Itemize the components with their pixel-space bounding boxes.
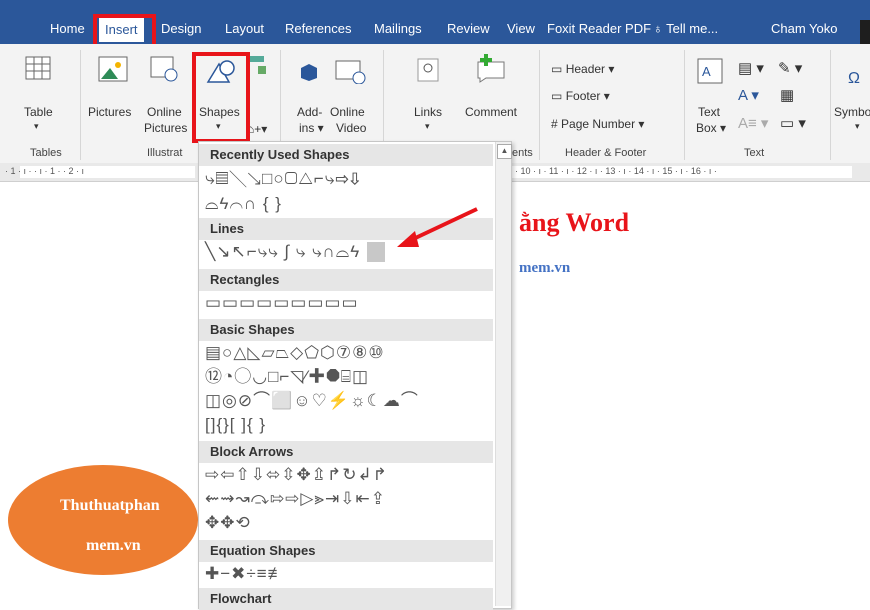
tab-view[interactable]: View bbox=[507, 21, 535, 36]
oval-text-line1: Thuthuatphan bbox=[60, 497, 160, 514]
basic-shapes-row[interactable]: ◫◎⊘⌒⬜☺♡⚡☼☾☁⌒ bbox=[205, 391, 419, 411]
text-box-label: Box ▾ bbox=[696, 121, 727, 135]
tab-references[interactable]: References bbox=[285, 21, 351, 36]
recent-shapes-row[interactable]: ⤷▤╲↘□○▢△⌐⤷⇨⇩ bbox=[205, 169, 360, 189]
tell-me-box[interactable]: ♁ Tell me... bbox=[653, 21, 718, 36]
rectangles-row[interactable]: ▭▭▭▭▭▭▭▭▭ bbox=[205, 293, 359, 313]
online-video-icon bbox=[335, 60, 366, 84]
addins-label: ins ▾ bbox=[299, 121, 324, 135]
text-box-button[interactable]: Text bbox=[698, 105, 720, 119]
header-button[interactable]: ▭ Header ▾ bbox=[551, 62, 614, 76]
document-subtitle[interactable]: mem.vn bbox=[519, 260, 570, 277]
group-label-illustrations: Illustrat bbox=[147, 147, 183, 159]
block-arrows-row[interactable]: ⇜⇝↝⤼⇰⇨▷⪢⇥⇩⇤⇪ bbox=[205, 489, 386, 509]
tab-home[interactable]: Home bbox=[50, 21, 85, 36]
oval-shape[interactable] bbox=[8, 465, 198, 575]
tab-review[interactable]: Review bbox=[447, 21, 490, 36]
scroll-up-icon[interactable]: ▲ bbox=[497, 144, 512, 159]
red-arrow-icon bbox=[397, 207, 478, 247]
table-icon bbox=[25, 56, 51, 80]
wordart-icon[interactable]: A ▾ bbox=[738, 86, 759, 104]
online-pictures-icon bbox=[150, 56, 178, 82]
footer-button[interactable]: ▭ Footer ▾ bbox=[551, 89, 610, 103]
text-box-icon: A bbox=[697, 58, 723, 84]
date-time-icon[interactable]: ▦ bbox=[780, 86, 794, 104]
links-dropdown-icon[interactable]: ▾ bbox=[425, 121, 430, 132]
ruler-right-ticks: · 10 · ı · 11 · ı · 12 · ı · 13 · ı · 14… bbox=[515, 166, 717, 176]
addins-button[interactable]: Add- bbox=[297, 105, 322, 119]
object-icon[interactable]: ▭ ▾ bbox=[780, 114, 806, 132]
symbol-icon: Ω bbox=[848, 70, 860, 87]
symbol-button[interactable]: Symbo bbox=[834, 105, 870, 119]
drop-cap-icon[interactable]: A≡ ▾ bbox=[738, 114, 768, 132]
symbol-dropdown-icon[interactable]: ▾ bbox=[855, 121, 860, 132]
ruler-left-ticks: · 1 · ı · · ı · 1 · · 2 · ı bbox=[5, 166, 85, 176]
online-pictures-label: Pictures bbox=[144, 121, 188, 135]
picture-icon bbox=[98, 56, 128, 82]
group-label-text: Text bbox=[744, 147, 765, 159]
comment-button[interactable]: Comment bbox=[465, 105, 517, 119]
group-label-tables: Tables bbox=[30, 147, 62, 159]
tab-design[interactable]: Design bbox=[161, 21, 201, 36]
shapes-highlight bbox=[192, 52, 250, 143]
online-pictures-button[interactable]: Online bbox=[147, 105, 182, 119]
header-icon: ▭ bbox=[551, 62, 563, 76]
basic-shapes-row[interactable]: ▤○△◺▱⏢◇⬠⬡⑦⑧⑩ bbox=[205, 343, 385, 363]
smartart-icon bbox=[250, 56, 266, 74]
table-button[interactable]: Table bbox=[24, 105, 53, 119]
section-recently-used: Recently Used Shapes bbox=[199, 144, 493, 166]
lines-row[interactable]: ╲↘↖⌐⤷⤷ ∫ ⤷ ⤷∩⌓ϟ bbox=[205, 242, 360, 262]
equation-shapes-row[interactable]: ✚−✖÷≡≢ bbox=[205, 564, 286, 584]
tell-me-label: Tell me... bbox=[666, 21, 719, 36]
links-icon bbox=[417, 58, 439, 82]
recent-shapes-row[interactable]: ⌓ϟ⌒∩ { } bbox=[205, 194, 282, 214]
group-label-comments: ents bbox=[512, 147, 533, 159]
section-basic-shapes: Basic Shapes bbox=[199, 319, 493, 341]
section-block-arrows: Block Arrows bbox=[199, 441, 493, 463]
basic-shapes-row[interactable]: ⑫◔◯◡□⌐◹⁄✚⯃⌸◫ bbox=[205, 367, 369, 387]
signature-line-icon[interactable]: ✎ ▾ bbox=[778, 59, 802, 77]
gallery-scrollbar[interactable]: ▲ bbox=[495, 142, 512, 606]
comment-icon bbox=[477, 54, 505, 83]
links-button[interactable]: Links bbox=[414, 105, 442, 119]
section-equation-shapes: Equation Shapes bbox=[199, 540, 493, 562]
lightbulb-icon: ♁ bbox=[653, 21, 663, 36]
online-video-label: Video bbox=[336, 121, 367, 135]
tab-layout[interactable]: Layout bbox=[225, 21, 264, 36]
block-arrows-row[interactable]: ⇨⇦⇧⇩⬄⇳✥⇫↱↻↲↱ bbox=[205, 465, 388, 485]
quick-parts-icon[interactable]: ▤ ▾ bbox=[738, 59, 764, 77]
footer-icon: ▭ bbox=[551, 89, 563, 103]
document-title[interactable]: ằng Word bbox=[519, 208, 629, 238]
group-label-header-footer: Header & Footer bbox=[565, 147, 647, 159]
block-arrows-row[interactable]: ✥✥⟲ bbox=[205, 513, 251, 533]
screenshot-icon[interactable]: ⌂+▾ bbox=[247, 122, 267, 136]
user-name[interactable]: Cham Yoko bbox=[771, 21, 838, 36]
tab-mailings[interactable]: Mailings bbox=[374, 21, 422, 36]
page-number-button[interactable]: # Page Number ▾ bbox=[551, 117, 644, 131]
svg-text:A: A bbox=[702, 64, 711, 79]
store-icon bbox=[301, 64, 317, 81]
page-number-icon: # bbox=[551, 117, 558, 131]
pictures-button[interactable]: Pictures bbox=[88, 105, 131, 119]
online-video-button[interactable]: Online bbox=[330, 105, 365, 119]
oval-text-line2: mem.vn bbox=[86, 537, 141, 554]
selected-shape-highlight bbox=[367, 242, 385, 262]
tab-foxit[interactable]: Foxit Reader PDF bbox=[547, 21, 651, 36]
window-edge bbox=[860, 20, 870, 44]
section-rectangles: Rectangles bbox=[199, 269, 493, 291]
basic-shapes-row[interactable]: []{}[ ]{ } bbox=[205, 415, 266, 435]
table-dropdown-icon[interactable]: ▾ bbox=[34, 121, 39, 132]
